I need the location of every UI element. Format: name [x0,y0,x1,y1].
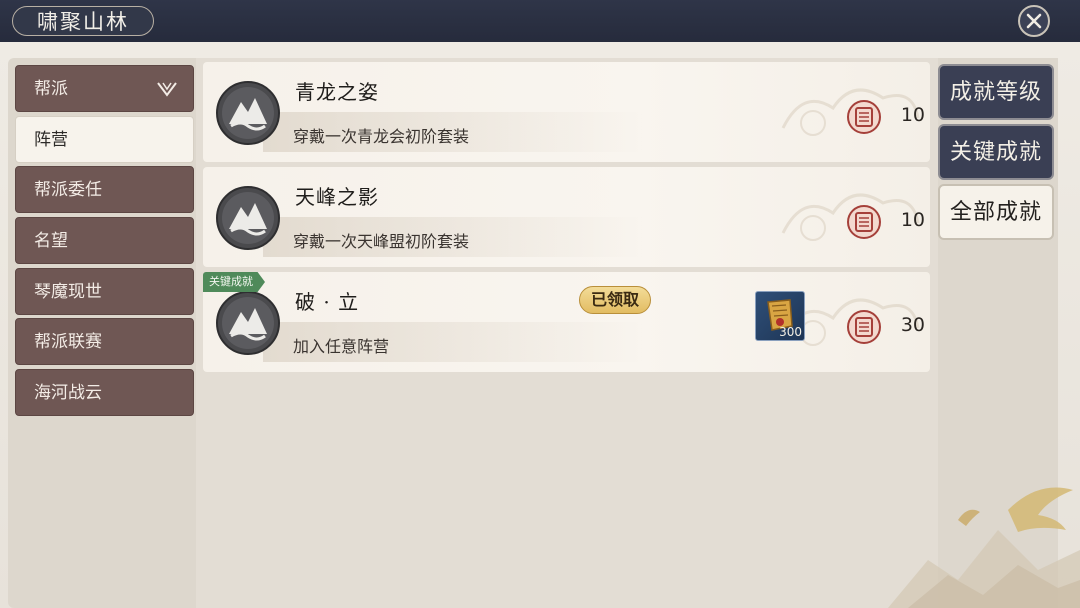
achievement-description: 穿戴一次天峰盟初阶套装 [293,232,470,251]
achievement-name: 天峰之影 [295,185,379,209]
tab-achievement-level[interactable]: 成就等级 [938,64,1054,120]
achievement-card[interactable]: 天峰之影 穿戴一次天峰盟初阶套装 10 [203,167,930,267]
achievement-description: 加入任意阵营 [293,337,390,356]
sidebar-item-label: 帮派委任 [34,180,102,200]
sidebar-item-label: 帮派 [34,79,68,99]
sidebar-item-haihe-zhanyun[interactable]: 海河战云 [15,369,194,416]
key-achievement-tag: 关键成就 [203,272,265,292]
sidebar-item-mingwang[interactable]: 名望 [15,217,194,264]
reward-item-slot[interactable]: 300 [755,291,805,341]
achievement-description: 穿戴一次青龙会初阶套装 [293,127,470,146]
tab-key-achievements[interactable]: 关键成就 [938,124,1054,180]
achievement-card[interactable]: 青龙之姿 穿戴一次青龙会初阶套装 10 [203,62,930,162]
achievement-emblem-icon [216,81,280,145]
reward-quantity: 300 [779,325,802,339]
achievement-card[interactable]: 关键成就 破 · 立 加入任意阵营 已领取 300 30 [203,272,930,372]
sidebar-item-label: 阵营 [34,130,68,150]
sidebar-item-label: 帮派联赛 [34,332,102,352]
achievement-name: 破 · 立 [295,290,360,314]
achievement-points: 10 [900,209,925,231]
sidebar-item-label: 海河战云 [34,383,102,403]
sidebar-item-zhenying[interactable]: 阵营 [15,116,194,163]
top-bar: 啸聚山林 [0,0,1080,42]
sidebar-item-bangpai-liansai[interactable]: 帮派联赛 [15,318,194,365]
sidebar-item-bangpai[interactable]: 帮派 [15,65,194,112]
achievement-point-seal-icon [847,205,881,239]
close-icon [1026,13,1042,29]
achievement-emblem-icon [216,186,280,250]
sidebar-item-label: 名望 [34,231,68,251]
close-button[interactable] [1018,5,1050,37]
achievement-points: 10 [900,104,925,126]
chevron-down-icon [157,82,177,97]
sidebar-item-qinmo-xianshi[interactable]: 琴魔现世 [15,268,194,315]
tab-all-achievements[interactable]: 全部成就 [938,184,1054,240]
achievement-point-seal-icon [847,310,881,344]
window-title: 啸聚山林 [12,6,154,36]
sidebar-item-bangpai-weiren[interactable]: 帮派委任 [15,166,194,213]
achievement-name: 青龙之姿 [295,80,379,104]
claimed-status-badge: 已领取 [579,286,651,314]
achievement-emblem-icon [216,291,280,355]
crane-mountain-decoration [888,487,1080,608]
achievement-points: 30 [900,314,925,336]
sidebar-item-label: 琴魔现世 [34,282,102,302]
achievement-point-seal-icon [847,100,881,134]
